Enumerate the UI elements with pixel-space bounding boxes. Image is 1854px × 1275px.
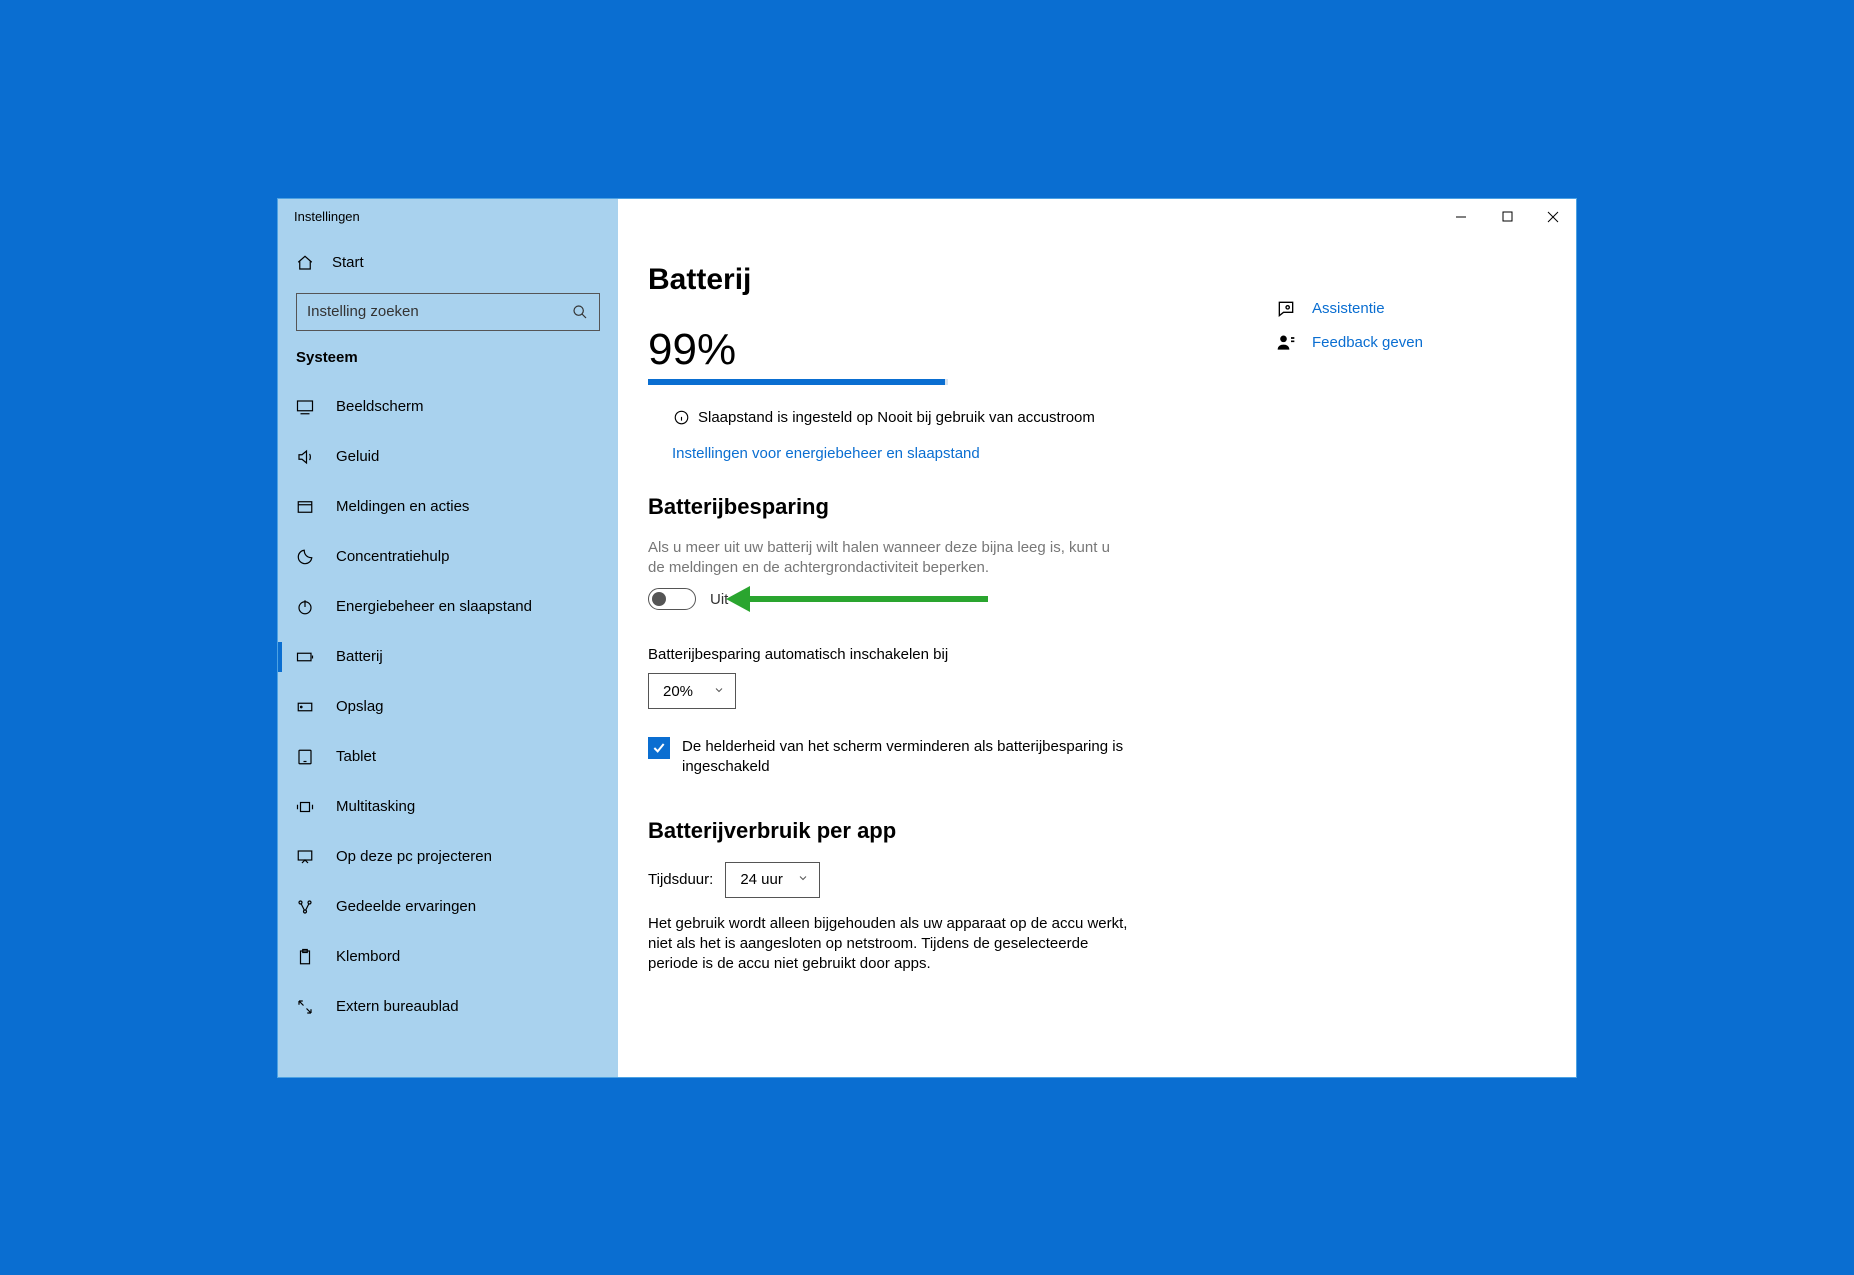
sidebar-item-display[interactable]: Beeldscherm — [278, 382, 618, 432]
sidebar-item-label: Meldingen en acties — [336, 498, 469, 515]
sleep-notice-text: Slaapstand is ingesteld op Nooit bij geb… — [698, 409, 1095, 426]
sidebar-item-multitasking[interactable]: Multitasking — [278, 782, 618, 832]
info-icon — [672, 409, 690, 427]
minimize-button[interactable] — [1438, 199, 1484, 235]
shared-icon — [296, 898, 314, 916]
duration-row: Tijdsduur: 24 uur — [648, 862, 1256, 898]
dim-checkbox[interactable] — [648, 737, 670, 759]
main-column: Batterij 99% Slaapstand is ingesteld op … — [648, 263, 1256, 1077]
section-title-saver: Batterijbesparing — [648, 494, 1256, 520]
nav-list: Beeldscherm Geluid Meldingen en acties C… — [278, 376, 618, 1032]
close-button[interactable] — [1530, 199, 1576, 235]
battery-percent: 99% — [648, 325, 1256, 375]
sidebar: Start Systeem Beeldscherm Gelu — [278, 235, 618, 1077]
notifications-icon — [296, 498, 314, 516]
multitasking-icon — [296, 798, 314, 816]
section-title-usage: Batterijverbruik per app — [648, 818, 1256, 844]
feedback-link[interactable]: Feedback geven — [1276, 333, 1526, 353]
saver-desc: Als u meer uit uw batterij wilt halen wa… — [648, 538, 1118, 579]
auto-enable-label: Batterijbesparing automatisch inschakele… — [648, 646, 1256, 663]
sidebar-item-label: Extern bureaublad — [336, 998, 459, 1015]
sidebar-item-label: Opslag — [336, 698, 384, 715]
help-link[interactable]: Assistentie — [1276, 299, 1526, 319]
help-label: Assistentie — [1312, 300, 1385, 317]
saver-toggle[interactable] — [648, 588, 696, 610]
sidebar-item-tablet[interactable]: Tablet — [278, 732, 618, 782]
chevron-down-icon — [713, 684, 725, 699]
settings-window: Instellingen Start — [277, 198, 1577, 1078]
sidebar-item-label: Energiebeheer en slaapstand — [336, 598, 532, 615]
search-wrap — [278, 285, 618, 343]
sidebar-item-sound[interactable]: Geluid — [278, 432, 618, 482]
auto-enable-select[interactable]: 20% — [648, 673, 736, 709]
battery-bar-fill — [648, 379, 945, 385]
sound-icon — [296, 448, 314, 466]
sidebar-item-notifications[interactable]: Meldingen en acties — [278, 482, 618, 532]
sidebar-item-label: Batterij — [336, 648, 383, 665]
window-controls — [1438, 199, 1576, 235]
home-label: Start — [332, 254, 364, 271]
duration-label: Tijdsduur: — [648, 871, 713, 888]
tablet-icon — [296, 748, 314, 766]
duration-value: 24 uur — [740, 871, 783, 888]
sidebar-item-focus[interactable]: Concentratiehulp — [278, 532, 618, 582]
moon-icon — [296, 548, 314, 566]
project-icon — [296, 848, 314, 866]
maximize-button[interactable] — [1484, 199, 1530, 235]
storage-icon — [296, 698, 314, 716]
remote-icon — [296, 998, 314, 1016]
auto-enable-value: 20% — [663, 683, 693, 700]
sidebar-category: Systeem — [278, 343, 618, 376]
feedback-icon — [1276, 333, 1296, 353]
sidebar-item-label: Beeldscherm — [336, 398, 424, 415]
sidebar-item-label: Geluid — [336, 448, 379, 465]
search-box[interactable] — [296, 293, 600, 331]
titlebar: Instellingen — [278, 199, 1576, 235]
aside-column: Assistentie Feedback geven — [1276, 263, 1526, 1077]
battery-icon — [296, 648, 314, 666]
sidebar-item-label: Gedeelde ervaringen — [336, 898, 476, 915]
search-icon — [571, 303, 589, 321]
clipboard-icon — [296, 948, 314, 966]
duration-select[interactable]: 24 uur — [725, 862, 820, 898]
usage-body-text: Het gebruik wordt alleen bijgehouden als… — [648, 914, 1138, 975]
sidebar-item-label: Op deze pc projecteren — [336, 848, 492, 865]
window-title: Instellingen — [294, 209, 360, 224]
home-button[interactable]: Start — [278, 241, 618, 285]
chevron-down-icon — [797, 872, 809, 887]
annotation-arrow — [748, 596, 988, 602]
sleep-notice-row: Slaapstand is ingesteld op Nooit bij geb… — [648, 409, 1256, 427]
content: Batterij 99% Slaapstand is ingesteld op … — [618, 235, 1576, 1077]
sidebar-item-power[interactable]: Energiebeheer en slaapstand — [278, 582, 618, 632]
search-input[interactable] — [307, 303, 571, 320]
battery-bar — [648, 379, 948, 385]
sidebar-item-storage[interactable]: Opslag — [278, 682, 618, 732]
sidebar-item-clipboard[interactable]: Klembord — [278, 932, 618, 982]
sidebar-item-label: Concentratiehulp — [336, 548, 449, 565]
page-title: Batterij — [648, 263, 1256, 297]
sidebar-item-projecting[interactable]: Op deze pc projecteren — [278, 832, 618, 882]
sidebar-item-battery[interactable]: Batterij — [278, 632, 618, 682]
sidebar-item-label: Multitasking — [336, 798, 415, 815]
dim-checkbox-label: De helderheid van het scherm verminderen… — [682, 737, 1128, 778]
sidebar-item-shared[interactable]: Gedeelde ervaringen — [278, 882, 618, 932]
home-icon — [296, 254, 314, 272]
body-area: Start Systeem Beeldscherm Gelu — [278, 235, 1576, 1077]
sidebar-item-label: Klembord — [336, 948, 400, 965]
sidebar-item-label: Tablet — [336, 748, 376, 765]
help-icon — [1276, 299, 1296, 319]
sidebar-item-remote[interactable]: Extern bureaublad — [278, 982, 618, 1032]
display-icon — [296, 398, 314, 416]
power-icon — [296, 598, 314, 616]
feedback-label: Feedback geven — [1312, 334, 1423, 351]
dim-checkbox-row: De helderheid van het scherm verminderen… — [648, 737, 1128, 778]
energy-settings-link[interactable]: Instellingen voor energiebeheer en slaap… — [648, 445, 980, 462]
saver-toggle-row: Uit — [648, 588, 1256, 610]
